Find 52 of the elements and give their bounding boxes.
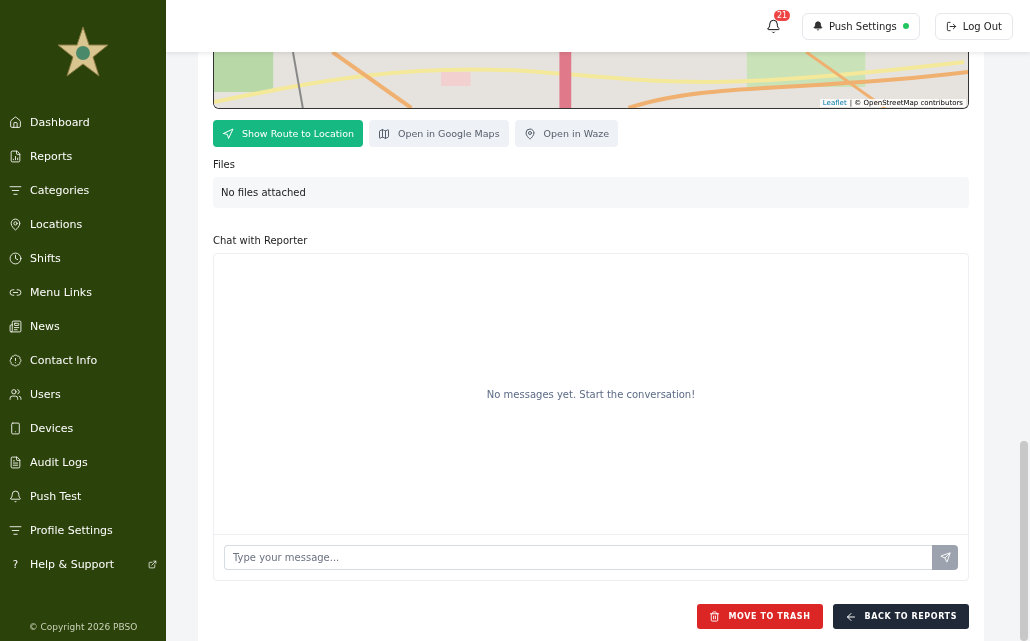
notification-bell-icon[interactable]: [765, 18, 781, 34]
sidebar-item[interactable]: ? Help & Support: [0, 547, 166, 581]
bell-icon: [9, 489, 22, 503]
report-icon: [9, 149, 22, 163]
filter-icon: [9, 523, 22, 537]
house-icon: [9, 115, 22, 129]
notification-count: 21: [773, 9, 791, 21]
sidebar-item[interactable]: Shifts: [0, 241, 166, 275]
map-icon: [378, 127, 390, 140]
bell-icon: [812, 21, 823, 31]
files-title: Files: [213, 159, 236, 170]
users-icon: [9, 387, 22, 401]
sidebar-item[interactable]: Dashboard: [0, 105, 166, 139]
chat-title: Chat with Reporter: [213, 235, 309, 246]
filter-icon: [9, 183, 22, 197]
send-icon: [939, 552, 951, 563]
sidebar-item[interactable]: Users: [0, 377, 166, 411]
send-button[interactable]: [932, 545, 958, 570]
sidebar-item[interactable]: Reports: [0, 139, 166, 173]
copyright-text: © Copyright 2026 PBSO: [27, 622, 139, 634]
sidebar-item[interactable]: Contact Info: [0, 343, 166, 377]
document-icon: [9, 455, 22, 469]
sidebar-item[interactable]: Categories: [0, 173, 166, 207]
sidebar-item[interactable]: Profile Settings: [0, 513, 166, 547]
location-pin-icon: [9, 217, 22, 231]
no-files-message: No files attached: [213, 177, 969, 208]
sidebar-item[interactable]: News: [0, 309, 166, 343]
message-input[interactable]: Type your message...: [224, 545, 932, 570]
map-action-button[interactable]: Open in Google Maps: [369, 120, 509, 147]
alert-icon: [9, 353, 22, 367]
trash-icon: [709, 611, 721, 622]
arrow-left-icon: [844, 610, 857, 623]
scrollbar-thumb[interactable]: [1020, 441, 1028, 641]
sidebar-item[interactable]: Menu Links: [0, 275, 166, 309]
newspaper-icon: [9, 319, 22, 333]
phone-icon: [9, 421, 22, 435]
push-settings-button[interactable]: Push Settings: [801, 12, 920, 40]
logout-button[interactable]: Log Out: [934, 12, 1013, 40]
star-badge-icon: [56, 26, 110, 78]
navigation-icon: [222, 127, 234, 140]
clock-icon: [9, 251, 22, 265]
sidebar-item[interactable]: Devices: [0, 411, 166, 445]
map-action-button[interactable]: Open in Waze: [514, 120, 619, 147]
sidebar-item[interactable]: Audit Logs: [0, 445, 166, 479]
empty-chat-message: No messages yet. Start the conversation!: [486, 388, 696, 400]
location-pin-icon: [523, 127, 536, 140]
sidebar-item[interactable]: Push Test: [0, 479, 166, 513]
help-icon: ?: [9, 558, 22, 570]
sidebar-item[interactable]: Locations: [0, 207, 166, 241]
logout-icon: [945, 20, 957, 32]
trash-button[interactable]: MOVE TO TRASH: [697, 604, 823, 629]
back-button[interactable]: BACK TO REPORTS: [832, 604, 969, 629]
